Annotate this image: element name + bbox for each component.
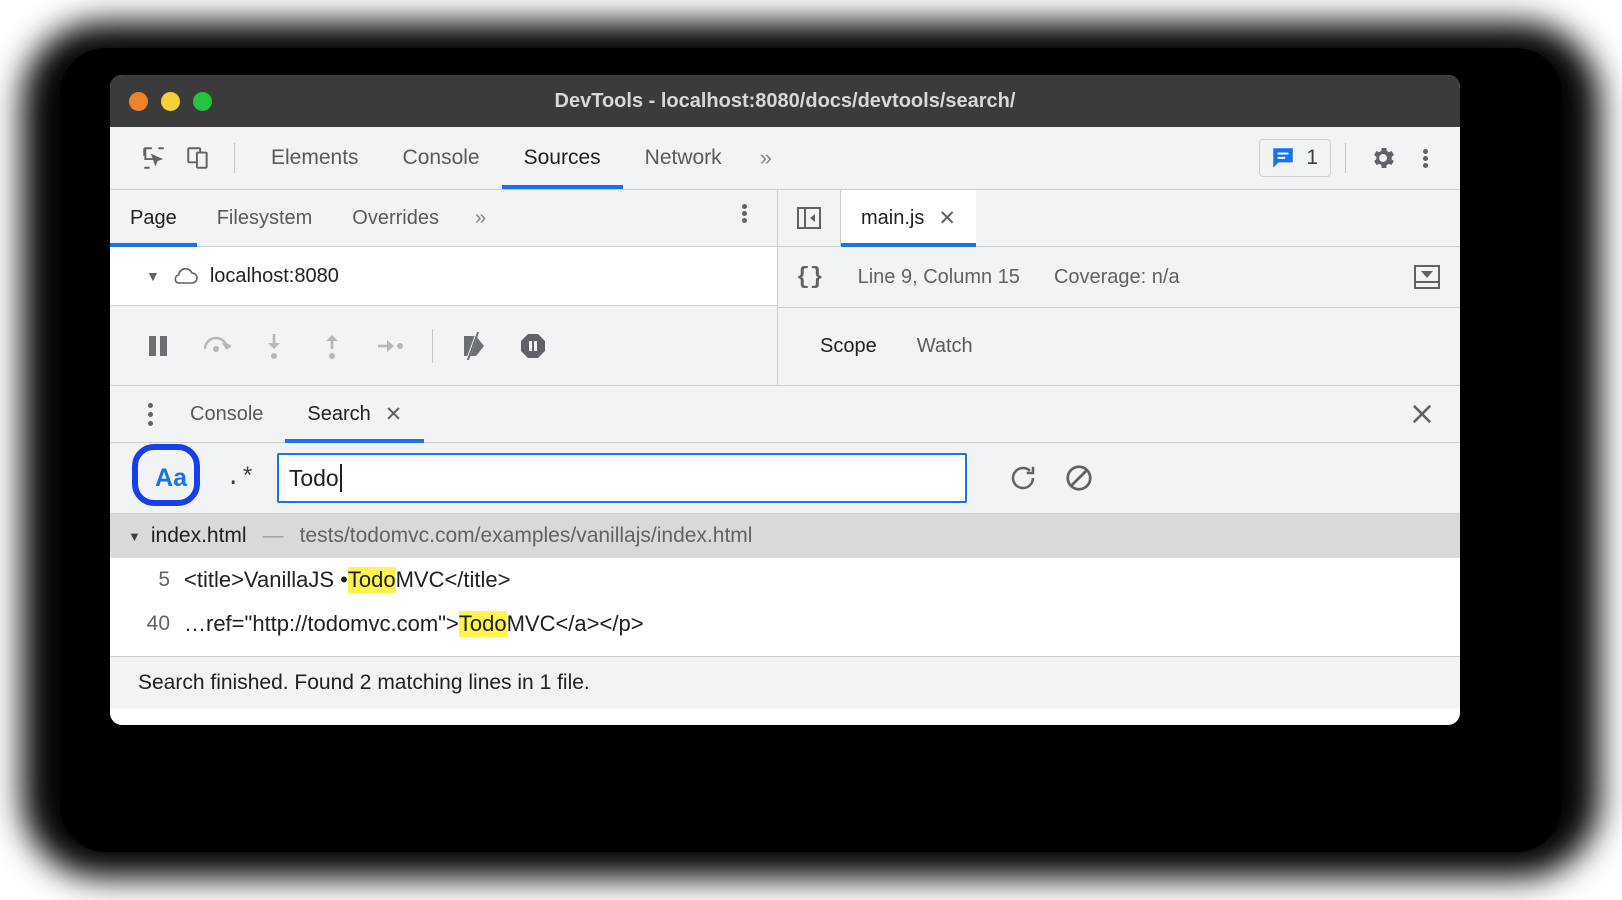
result-match-highlight: Todo xyxy=(347,567,396,593)
device-toolbar-icon[interactable] xyxy=(176,136,220,180)
search-input[interactable]: Todo xyxy=(276,453,967,503)
toolbar-divider xyxy=(234,143,235,173)
window-title: DevTools - localhost:8080/docs/devtools/… xyxy=(554,89,1016,112)
drawer-tab-search-label: Search xyxy=(307,402,371,425)
pause-on-exceptions-icon[interactable] xyxy=(509,322,557,370)
panel-tabs: Elements Console Sources Network » xyxy=(249,127,788,189)
drawer-tab-bar: Console Search ✕ xyxy=(110,386,1460,443)
close-icon[interactable]: ✕ xyxy=(385,402,403,427)
tab-sources[interactable]: Sources xyxy=(501,127,623,189)
navigator-more-icon[interactable]: » xyxy=(459,190,502,246)
tab-network[interactable]: Network xyxy=(623,127,744,189)
close-window-button[interactable] xyxy=(129,91,148,111)
search-status-text: Search finished. Found 2 matching lines … xyxy=(138,671,590,694)
text-caret xyxy=(339,464,342,492)
search-results-list: 5 <title>VanillaJS • Todo MVC</title> 40 … xyxy=(110,558,1460,656)
search-result-row[interactable]: 5 <title>VanillaJS • Todo MVC</title> xyxy=(110,558,1460,602)
console-message-icon xyxy=(1270,145,1296,171)
search-input-value: Todo xyxy=(288,464,339,491)
traffic-lights xyxy=(110,91,212,111)
kebab-menu-icon[interactable] xyxy=(1406,135,1444,181)
clear-icon[interactable] xyxy=(1051,450,1107,506)
sidebar-tab-scope[interactable]: Scope xyxy=(800,335,897,358)
chevron-down-icon[interactable]: ▼ xyxy=(146,268,160,284)
search-result-file-header[interactable]: ▼ index.html — tests/todomvc.com/example… xyxy=(110,514,1460,558)
close-icon[interactable]: ✕ xyxy=(938,206,956,231)
navigator-pane: Page Filesystem Overrides » ▼ localhost:… xyxy=(110,190,778,385)
chevron-down-icon[interactable]: ▼ xyxy=(128,529,141,544)
use-regex-button[interactable]: .* xyxy=(204,465,277,492)
search-toolbar: Aa .* Todo xyxy=(110,443,1460,514)
step-out-icon[interactable] xyxy=(308,322,356,370)
navigator-kebab-menu-icon[interactable] xyxy=(725,190,763,236)
search-result-file-path: tests/todomvc.com/examples/vanillajs/ind… xyxy=(299,524,753,547)
step-icon[interactable] xyxy=(366,322,414,370)
console-messages-button[interactable]: 1 xyxy=(1259,139,1331,177)
match-case-button[interactable]: Aa xyxy=(132,444,204,506)
more-panels-icon[interactable]: » xyxy=(744,127,788,189)
search-result-separator: — xyxy=(262,524,284,547)
debugger-toolbar xyxy=(110,306,777,385)
inspect-element-icon[interactable] xyxy=(132,136,176,180)
debugger-divider xyxy=(432,328,433,363)
drawer-tab-console-label: Console xyxy=(190,402,264,425)
navigator-tabs: Page Filesystem Overrides » xyxy=(110,190,777,247)
drawer-kebab-menu-icon[interactable] xyxy=(132,401,168,428)
coverage-status: Coverage: n/a xyxy=(1053,265,1180,288)
cloud-icon xyxy=(170,265,200,287)
gear-icon[interactable] xyxy=(1360,135,1406,181)
sources-split: Page Filesystem Overrides » ▼ localhost:… xyxy=(110,190,1460,386)
debugger-sidebar-tabs: Scope Watch xyxy=(778,308,1460,385)
editor-status-bar: {} Line 9, Column 15 Coverage: n/a xyxy=(778,247,1460,308)
navigator-tree-item-localhost[interactable]: ▼ localhost:8080 xyxy=(110,247,777,306)
toolbar-divider-2 xyxy=(1345,143,1346,173)
title-bar: DevTools - localhost:8080/docs/devtools/… xyxy=(110,75,1460,127)
result-line-number: 40 xyxy=(146,612,170,635)
console-message-count: 1 xyxy=(1306,146,1318,169)
navigator-tree-item-label: localhost:8080 xyxy=(209,264,339,287)
result-line-number: 5 xyxy=(158,568,170,591)
step-over-icon[interactable] xyxy=(192,322,240,370)
editor-pane: main.js ✕ {} Line 9, Column 15 Coverage:… xyxy=(778,190,1460,385)
tab-elements[interactable]: Elements xyxy=(249,127,381,189)
step-into-icon[interactable] xyxy=(250,322,298,370)
screenshot-canvas: DevTools - localhost:8080/docs/devtools/… xyxy=(0,0,1622,900)
result-text-before: …ref="http://todomvc.com"> xyxy=(184,611,459,636)
navigator-tab-overrides[interactable]: Overrides xyxy=(332,190,459,246)
pause-icon[interactable] xyxy=(134,322,182,370)
drawer-tab-search[interactable]: Search ✕ xyxy=(285,386,425,443)
result-text-after: MVC</title> xyxy=(395,567,511,592)
navigator-tab-page[interactable]: Page xyxy=(110,190,197,247)
search-result-row[interactable]: 40 …ref="http://todomvc.com"> Todo MVC</a>… xyxy=(110,602,1460,646)
navigator-tabs-spacer xyxy=(502,190,725,246)
search-status-bar: Search finished. Found 2 matching lines … xyxy=(110,656,1460,709)
result-text-before: <title>VanillaJS • xyxy=(184,567,348,592)
show-navigator-icon[interactable] xyxy=(778,190,841,246)
pretty-print-icon[interactable]: {} xyxy=(796,264,824,290)
minimize-window-button[interactable] xyxy=(161,91,180,111)
main-toolbar: Elements Console Sources Network » 1 xyxy=(110,127,1460,190)
sidebar-tab-watch[interactable]: Watch xyxy=(897,335,993,358)
file-tab-label: main.js xyxy=(861,206,925,229)
close-drawer-button[interactable] xyxy=(1408,400,1460,428)
search-result-file-name: index.html xyxy=(150,524,247,547)
devtools-window: DevTools - localhost:8080/docs/devtools/… xyxy=(110,75,1460,725)
show-drawer-icon[interactable] xyxy=(1412,263,1442,291)
file-tab-main-js[interactable]: main.js ✕ xyxy=(841,190,976,247)
match-case-highlight-ring xyxy=(132,444,200,506)
navigator-tab-filesystem[interactable]: Filesystem xyxy=(197,190,333,246)
editor-file-tabs: main.js ✕ xyxy=(778,190,1460,247)
result-match-highlight: Todo xyxy=(458,611,507,637)
tab-console[interactable]: Console xyxy=(381,127,502,189)
drawer-tab-console[interactable]: Console xyxy=(168,386,285,442)
refresh-icon[interactable] xyxy=(995,450,1051,506)
zoom-window-button[interactable] xyxy=(193,91,212,111)
cursor-position: Line 9, Column 15 xyxy=(857,265,1020,288)
deactivate-breakpoints-icon[interactable] xyxy=(451,322,499,370)
result-text-after: MVC</a></p> xyxy=(506,611,644,636)
